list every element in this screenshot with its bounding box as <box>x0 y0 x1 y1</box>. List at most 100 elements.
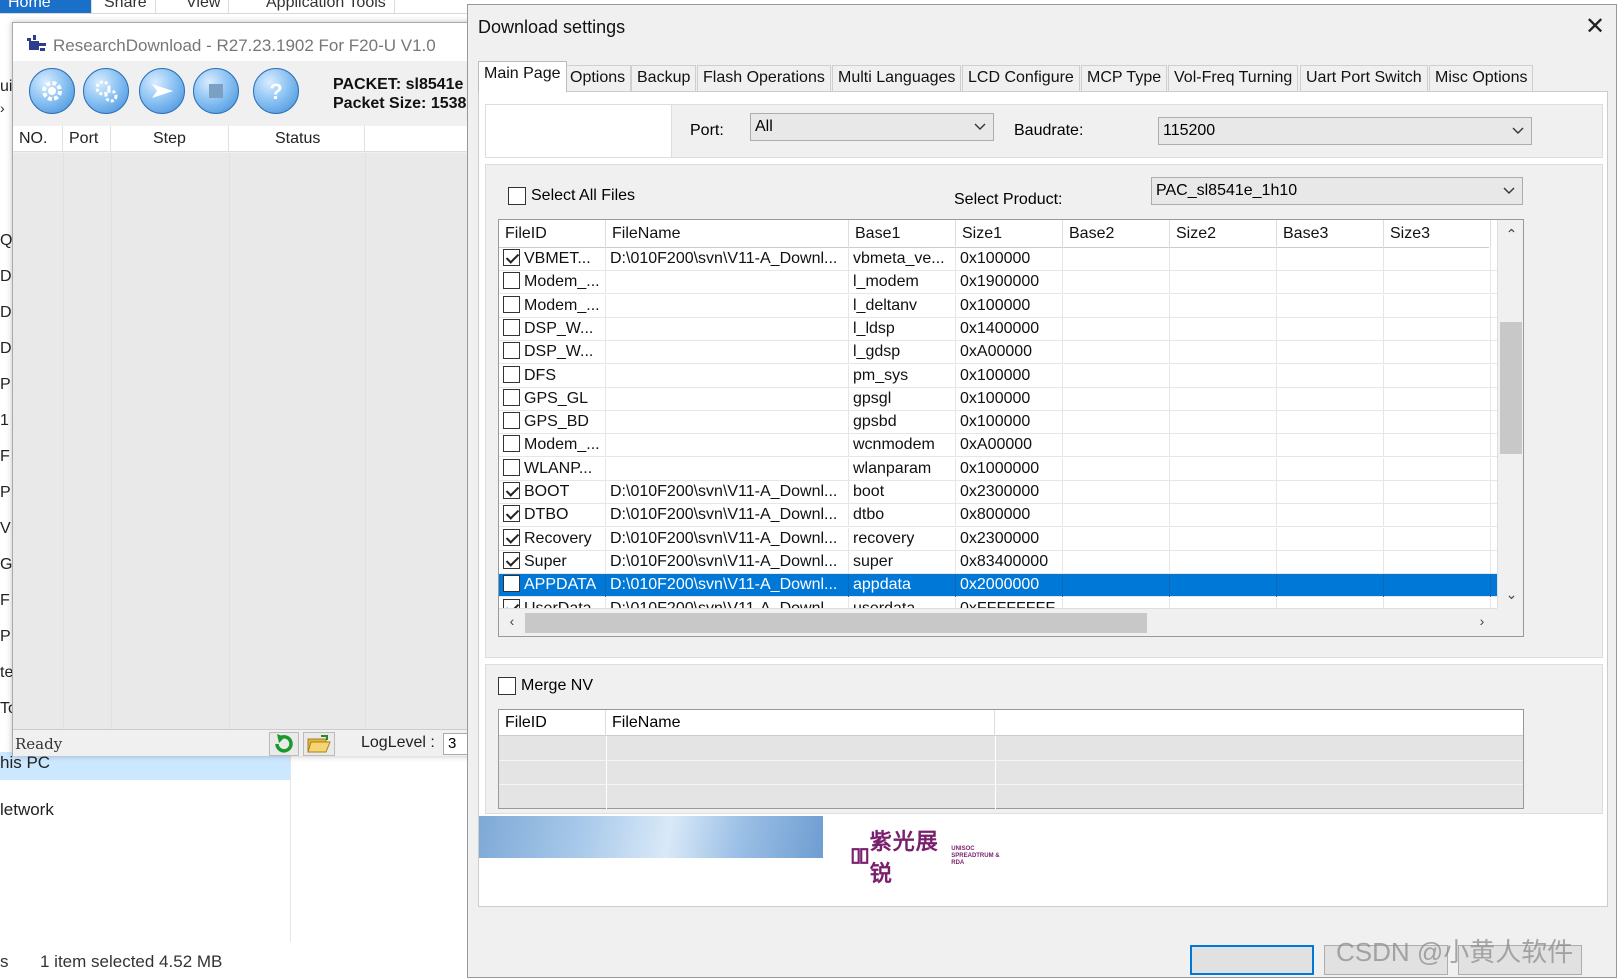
table-row[interactable]: Modem_... l_deltanv 0x100000 <box>499 294 1497 318</box>
column-header-status[interactable]: Status <box>229 126 365 152</box>
ok-button-cut[interactable] <box>1190 945 1314 975</box>
tab-backup[interactable]: Backup <box>631 65 697 91</box>
vertical-scrollbar[interactable]: ⌃ ⌄ <box>1497 220 1523 608</box>
settings-button[interactable] <box>29 68 75 114</box>
table-row[interactable]: DSP_W... l_ldsp 0x1400000 <box>499 317 1497 341</box>
table-row[interactable]: DTBO D:\010F200\svn\V11-A_Downl... dtbo 0x8… <box>499 504 1497 528</box>
table-row[interactable]: Recovery D:\010F200\svn\V11-A_Downl... rec… <box>499 527 1497 551</box>
tab-flash-operations[interactable]: Flash Operations <box>697 65 831 91</box>
column-header-size3[interactable]: Size3 <box>1384 220 1491 248</box>
tab-mcp-type[interactable]: MCP Type <box>1081 65 1168 91</box>
table-row[interactable]: BOOT D:\010F200\svn\V11-A_Downl... boot 0x2… <box>499 481 1497 504</box>
open-folder-button[interactable] <box>303 732 335 756</box>
table-row[interactable]: VBMET... D:\010F200\svn\V11-A_Downl... vbm… <box>499 248 1497 271</box>
start-download-button[interactable] <box>139 68 185 114</box>
merge-nv-checkbox[interactable]: Merge NV <box>498 677 593 695</box>
row-checkbox[interactable] <box>503 272 520 290</box>
row-checkbox[interactable] <box>503 295 520 313</box>
row-checkbox[interactable] <box>503 482 520 499</box>
table-row[interactable]: UserData D:\010F200\svn\V11-A_Downl... use… <box>499 597 1497 608</box>
cell-fileid[interactable]: WLANP... <box>499 457 606 481</box>
cell-fileid[interactable]: Modem_... <box>499 271 606 295</box>
column-header-base1[interactable]: Base1 <box>849 220 956 248</box>
cell-fileid[interactable]: DSP_W... <box>499 341 606 365</box>
cell-fileid[interactable]: BOOT <box>499 481 606 504</box>
select-all-files-checkbox[interactable]: Select All Files <box>508 187 635 205</box>
nav-item-network[interactable]: letwork <box>0 800 54 820</box>
row-checkbox[interactable] <box>503 342 520 360</box>
port-table-body[interactable] <box>13 153 473 729</box>
table-row[interactable]: DSP_W... l_gdsp 0xA00000 <box>499 341 1497 365</box>
row-checkbox[interactable] <box>503 551 520 569</box>
tab-multi-languages[interactable]: Multi Languages <box>832 65 962 91</box>
column-header-fileid[interactable]: FileID <box>499 710 606 736</box>
table-row[interactable]: Modem_... l_modem 0x1900000 <box>499 271 1497 295</box>
scroll-left-icon[interactable]: ‹ <box>503 613 521 633</box>
row-checkbox[interactable] <box>503 528 520 546</box>
merge-nv-grid[interactable]: FileID FileName <box>498 709 1524 810</box>
cell-fileid[interactable]: Modem_... <box>499 434 606 458</box>
row-checkbox[interactable] <box>503 388 520 406</box>
load-packet-button[interactable] <box>83 68 129 114</box>
column-header-step[interactable]: Step <box>111 126 229 152</box>
cell-fileid[interactable]: GPS_GL <box>499 387 606 411</box>
column-header-size2[interactable]: Size2 <box>1170 220 1277 248</box>
cell-fileid[interactable]: DSP_W... <box>499 317 606 341</box>
cell-fileid[interactable]: DFS <box>499 364 606 388</box>
column-header-no[interactable]: NO. <box>13 126 63 152</box>
ribbon-tab-view[interactable]: View <box>178 0 230 13</box>
table-row[interactable]: GPS_BD gpsbd 0x100000 <box>499 411 1497 435</box>
row-checkbox[interactable] <box>503 575 520 593</box>
row-checkbox[interactable] <box>503 412 520 430</box>
file-list-grid[interactable]: FileID FileName Base1 Size1 Base2 Size2 … <box>498 219 1524 637</box>
ribbon-tab-share[interactable]: Share <box>96 0 156 13</box>
pane-divider[interactable] <box>290 752 291 942</box>
cell-fileid[interactable]: Recovery <box>499 527 606 551</box>
cell-fileid[interactable]: VBMET... <box>499 248 606 271</box>
table-row[interactable]: Super D:\010F200\svn\V11-A_Downl... super 0… <box>499 550 1497 574</box>
cell-fileid[interactable]: UserData <box>499 597 606 608</box>
tab-misc-options[interactable]: Misc Options <box>1429 65 1534 91</box>
close-icon[interactable]: ✕ <box>1580 13 1610 41</box>
cell-fileid[interactable]: Super <box>499 550 606 574</box>
baudrate-select[interactable]: 115200 <box>1158 117 1532 145</box>
refresh-button[interactable] <box>269 732 299 756</box>
scroll-right-icon[interactable]: › <box>1473 613 1491 633</box>
table-row[interactable]: Modem_... wcnmodem 0xA00000 <box>499 434 1497 458</box>
row-checkbox[interactable] <box>503 458 520 476</box>
row-checkbox[interactable] <box>503 598 520 608</box>
cell-fileid[interactable]: APPDATA <box>499 574 606 598</box>
product-select[interactable]: PAC_sl8541e_1h10 <box>1151 177 1523 205</box>
cell-fileid[interactable]: Modem_... <box>499 294 606 318</box>
table-row[interactable]: APPDATA D:\010F200\svn\V11-A_Downl... appd… <box>499 574 1497 598</box>
row-checkbox[interactable] <box>503 435 520 453</box>
table-row[interactable]: GPS_GL gpsgl 0x100000 <box>499 387 1497 411</box>
tab-options[interactable]: Options <box>564 65 632 91</box>
vertical-scroll-thumb[interactable] <box>1500 322 1522 454</box>
tab-main-page[interactable]: Main Page <box>478 61 567 92</box>
help-button[interactable]: ? <box>253 68 299 114</box>
column-header-port[interactable]: Port <box>63 126 111 152</box>
checkbox-box[interactable] <box>508 187 526 205</box>
column-header-base3[interactable]: Base3 <box>1277 220 1384 248</box>
scroll-down-icon[interactable]: ⌄ <box>1498 586 1523 602</box>
scroll-up-icon[interactable]: ⌃ <box>1498 226 1523 242</box>
table-row[interactable]: DFS pm_sys 0x100000 <box>499 364 1497 388</box>
row-checkbox[interactable] <box>503 365 520 383</box>
column-header-base2[interactable]: Base2 <box>1063 220 1170 248</box>
port-select[interactable]: All <box>750 113 994 141</box>
row-checkbox[interactable] <box>503 505 520 523</box>
row-checkbox[interactable] <box>503 249 520 266</box>
nav-item-this-pc[interactable]: his PC <box>0 753 50 773</box>
row-checkbox[interactable] <box>503 318 520 336</box>
tab-uart-port-switch[interactable]: Uart Port Switch <box>1300 65 1428 91</box>
column-header-filename[interactable]: FileName <box>606 220 849 248</box>
column-header-fileid[interactable]: FileID <box>499 220 606 248</box>
tab-lcd-configure[interactable]: LCD Configure <box>962 65 1080 91</box>
horizontal-scrollbar[interactable]: ‹ › <box>499 608 1497 636</box>
horizontal-scroll-thumb[interactable] <box>525 613 1147 633</box>
table-row[interactable]: WLANP... wlanparam 0x1000000 <box>499 457 1497 481</box>
cell-fileid[interactable]: GPS_BD <box>499 411 606 435</box>
title-bar[interactable]: ResearchDownload - R27.23.1902 For F20-U… <box>13 23 473 61</box>
column-header-size1[interactable]: Size1 <box>956 220 1063 248</box>
